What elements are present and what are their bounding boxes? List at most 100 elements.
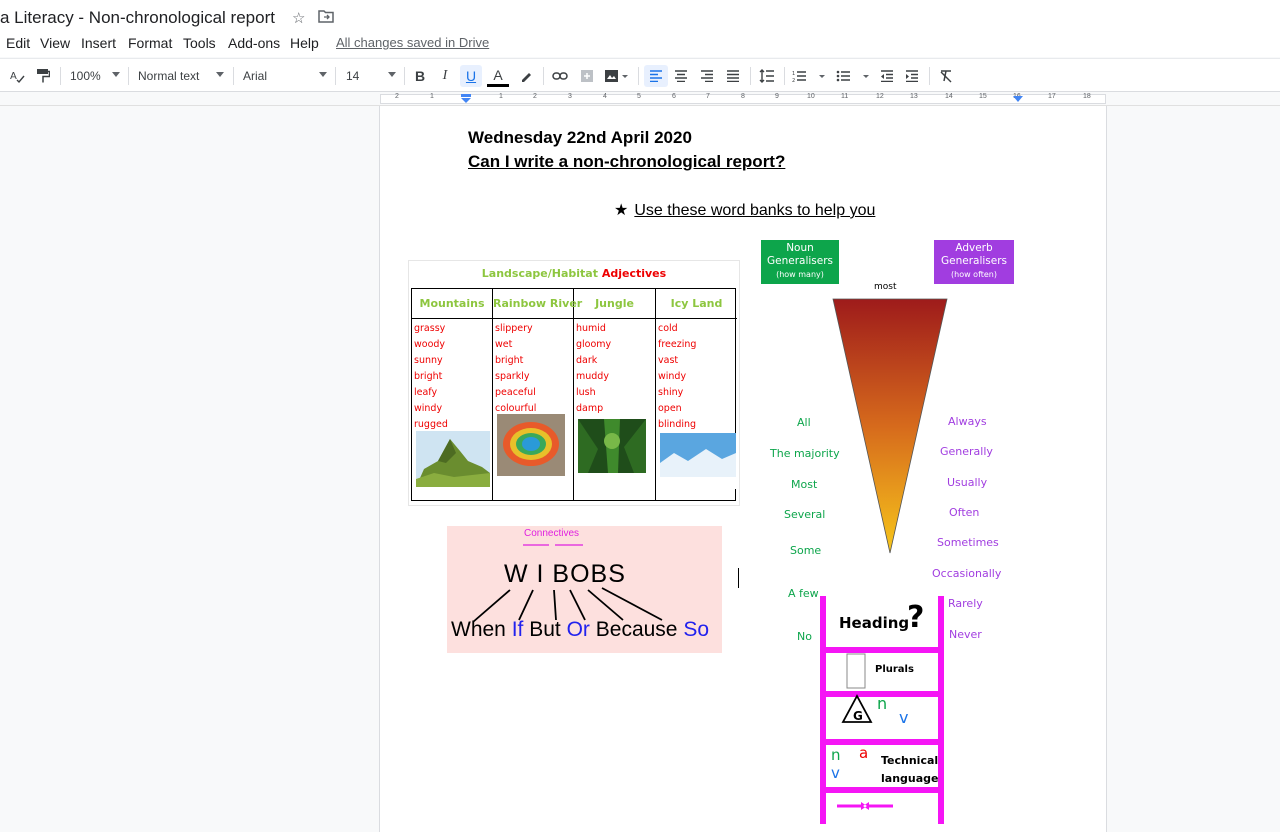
bulleted-list-icon[interactable] bbox=[834, 65, 872, 87]
bold-button[interactable]: B bbox=[410, 65, 430, 87]
menu-view[interactable]: View bbox=[40, 35, 70, 51]
adjectives-word-bank-image[interactable]: Landscape/Habitat Adjectives Mountains g… bbox=[408, 260, 740, 506]
font-select[interactable]: Arial bbox=[243, 65, 329, 87]
toolbar-divider bbox=[638, 67, 639, 85]
ladder-technical-line1: Technical bbox=[881, 754, 939, 767]
menu-tools[interactable]: Tools bbox=[183, 35, 216, 51]
noun-box-line3: (how many) bbox=[776, 270, 824, 279]
jungle-photo bbox=[578, 419, 646, 473]
ruler-number: 7 bbox=[706, 93, 710, 100]
report-structure-ladder-image[interactable]: Heading ? Plurals G n v n a v Technical … bbox=[817, 594, 947, 826]
ladder-v-letter-small: v bbox=[831, 764, 840, 782]
align-right-icon[interactable] bbox=[696, 65, 718, 87]
move-to-folder-icon[interactable] bbox=[318, 9, 334, 27]
right-indent-marker-icon[interactable] bbox=[1012, 95, 1024, 104]
word: bright bbox=[495, 355, 524, 366]
column-heading: Mountains bbox=[412, 289, 492, 319]
document-page[interactable]: Wednesday 22nd April 2020 Can I write a … bbox=[379, 106, 1107, 832]
connectives-image[interactable]: Connectives W I BOBS When If But Or Beca… bbox=[447, 526, 722, 653]
italic-button[interactable]: I bbox=[435, 65, 455, 87]
paragraph-style-select[interactable]: Normal text bbox=[138, 65, 226, 87]
menu-addons[interactable]: Add-ons bbox=[228, 35, 280, 51]
underline-button[interactable]: U bbox=[460, 65, 482, 87]
align-center-icon[interactable] bbox=[670, 65, 692, 87]
word: grassy bbox=[414, 323, 446, 334]
svg-text:2: 2 bbox=[792, 78, 795, 83]
paragraph-style-value: Normal text bbox=[138, 69, 200, 83]
menu-bar: Edit View Insert Format Tools Add-ons He… bbox=[0, 33, 1280, 57]
ruler-number: 6 bbox=[672, 93, 676, 100]
column-heading: Icy Land bbox=[656, 289, 737, 319]
document-title[interactable]: a Literacy - Non-chronological report bbox=[0, 8, 275, 28]
adverb-generalisers-box: Adverb Generalisers (how often) bbox=[934, 240, 1014, 284]
question-mark-icon: ? bbox=[907, 600, 925, 635]
adverb-box-line3: (how often) bbox=[951, 270, 997, 279]
menu-insert[interactable]: Insert bbox=[81, 35, 116, 51]
google-docs-window: a Literacy - Non-chronological report ☆ … bbox=[0, 0, 1280, 832]
word: wet bbox=[495, 339, 513, 350]
indent-marker-icon[interactable] bbox=[460, 94, 472, 104]
word: woody bbox=[414, 339, 446, 350]
adjectives-column-jungle: Jungle humid gloomy dark muddy lush damp bbox=[574, 289, 656, 500]
adjectives-column-icy-land: Icy Land cold freezing vast windy shiny … bbox=[656, 289, 737, 500]
connective-word: So bbox=[683, 618, 710, 641]
ruler-number: 5 bbox=[637, 93, 641, 100]
bullet-text: Use these word banks to help you bbox=[634, 202, 876, 219]
star-icon[interactable]: ☆ bbox=[292, 9, 305, 27]
word: lush bbox=[576, 387, 596, 398]
connective-word: If bbox=[511, 618, 524, 641]
horizontal-ruler[interactable]: 2 1 1 2 3 4 5 6 7 8 9 10 11 12 13 14 15 … bbox=[0, 92, 1280, 106]
justify-icon[interactable] bbox=[722, 65, 744, 87]
noun-box-line2: Generalisers bbox=[766, 255, 833, 267]
adverb-word: Often bbox=[949, 506, 980, 519]
clear-formatting-icon[interactable] bbox=[935, 65, 957, 87]
ladder-plurals: Plurals bbox=[875, 664, 914, 675]
word: gloomy bbox=[576, 339, 612, 350]
spellcheck-icon[interactable]: A bbox=[6, 65, 28, 87]
font-size-select[interactable]: 14 bbox=[346, 65, 398, 87]
menu-edit[interactable]: Edit bbox=[6, 35, 30, 51]
toolbar-divider bbox=[128, 67, 129, 85]
ruler-number: 1 bbox=[499, 93, 503, 100]
image-icon[interactable] bbox=[602, 65, 632, 87]
ruler-number: 12 bbox=[876, 93, 884, 100]
highlight-icon[interactable] bbox=[515, 65, 537, 87]
line-spacing-icon[interactable] bbox=[756, 65, 778, 87]
ruler-number: 18 bbox=[1083, 93, 1091, 100]
adverb-word: Occasionally bbox=[932, 567, 1002, 580]
word: dark bbox=[576, 355, 598, 366]
zoom-value: 100% bbox=[70, 69, 101, 83]
zoom-select[interactable]: 100% bbox=[70, 65, 122, 87]
generalisers-image[interactable]: Noun Generalisers (how many) Adverb Gene… bbox=[761, 238, 1016, 643]
chevron-down-icon bbox=[112, 72, 120, 77]
date-heading: Wednesday 22nd April 2020 bbox=[468, 128, 692, 147]
toolbar-divider bbox=[335, 67, 336, 85]
toolbar-divider bbox=[929, 67, 930, 85]
noun-word: Some bbox=[790, 544, 822, 557]
numbered-list-icon[interactable]: 12 bbox=[790, 65, 828, 87]
svg-text:1: 1 bbox=[792, 71, 795, 77]
column-heading: Jungle bbox=[574, 289, 655, 319]
paint-format-icon[interactable] bbox=[32, 65, 54, 87]
menu-format[interactable]: Format bbox=[128, 35, 172, 51]
word: windy bbox=[658, 371, 687, 382]
toolbar-divider bbox=[404, 67, 405, 85]
comment-icon[interactable] bbox=[576, 65, 598, 87]
word-list: cold freezing vast windy shiny open blin… bbox=[656, 319, 737, 433]
ladder-v-letter: v bbox=[899, 708, 909, 727]
align-left-icon[interactable] bbox=[644, 65, 668, 87]
link-icon[interactable] bbox=[549, 65, 571, 87]
increase-indent-icon[interactable] bbox=[901, 65, 923, 87]
ruler-number: 9 bbox=[775, 93, 779, 100]
text-color-button[interactable]: A bbox=[487, 65, 509, 87]
ladder-n-letter-small: n bbox=[831, 746, 841, 764]
adverb-word: Sometimes bbox=[937, 536, 999, 549]
ruler-number: 1 bbox=[430, 93, 434, 100]
menu-help[interactable]: Help bbox=[290, 35, 319, 51]
decrease-indent-icon[interactable] bbox=[876, 65, 898, 87]
save-status-link[interactable]: All changes saved in Drive bbox=[336, 35, 489, 50]
ruler-number: 17 bbox=[1048, 93, 1056, 100]
ruler-number: 4 bbox=[603, 93, 607, 100]
word: blinding bbox=[658, 419, 697, 430]
word: muddy bbox=[576, 371, 609, 382]
